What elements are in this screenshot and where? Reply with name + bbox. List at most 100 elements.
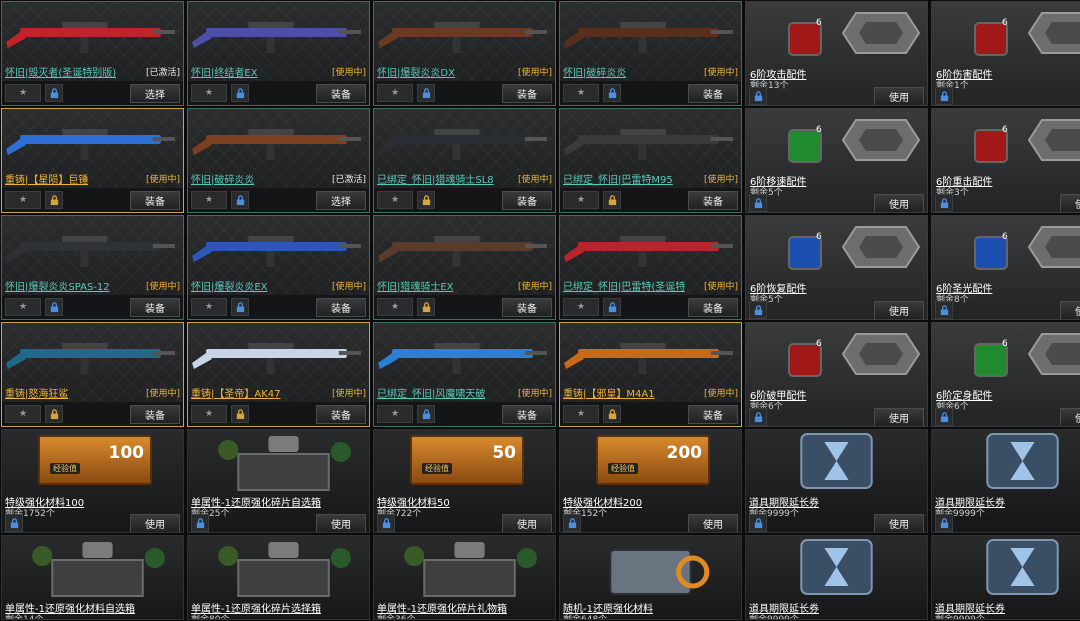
use-button[interactable]: 使用 — [874, 300, 924, 319]
lock-icon[interactable] — [603, 298, 621, 316]
weapon-card[interactable]: 怀旧|爆裂炎炎SPAS-12 [使用中] ★ 装备 — [1, 215, 184, 320]
favorite-star-button[interactable]: ★ — [191, 298, 227, 316]
equip-button[interactable]: 装备 — [688, 83, 738, 103]
equip-button[interactable]: 装备 — [130, 404, 180, 424]
weapon-card[interactable]: 怀旧|破碎炎炎 [使用中] ★ 装备 — [559, 1, 742, 106]
accessory-card[interactable]: 6 6阶恢复配件 剩余5个 使用 — [745, 215, 928, 320]
weapon-card[interactable]: 怀旧|猎魂骑士EX [使用中] ★ 装备 — [373, 215, 556, 320]
weapon-name[interactable]: 已绑定_怀旧|风魔啸天破 — [377, 385, 485, 400]
weapon-card[interactable]: 怀旧|爆裂炎炎DX [使用中] ★ 装备 — [373, 1, 556, 106]
lock-icon[interactable] — [749, 194, 767, 212]
lock-icon[interactable] — [563, 514, 581, 532]
weapon-card[interactable]: 怀旧|爆裂炎炎EX [使用中] ★ 装备 — [187, 215, 370, 320]
use-button[interactable]: 使用 — [1060, 300, 1080, 319]
accessory-card[interactable]: 66阶重击配件剩余3个使用 — [931, 108, 1080, 213]
use-button[interactable]: 使用 — [130, 513, 180, 532]
material-card[interactable]: 单属性-1还原强化碎片自选箱 剩余25个 使用 — [187, 429, 370, 533]
favorite-star-button[interactable]: ★ — [5, 298, 41, 316]
accessory-card[interactable]: 6 6阶破甲配件 剩余6个 使用 — [745, 322, 928, 427]
equip-button[interactable]: 装备 — [502, 83, 552, 103]
equip-button[interactable]: 装备 — [502, 190, 552, 210]
lock-icon[interactable] — [377, 514, 395, 532]
material-card[interactable]: 随机-1还原强化材料 剩余648个 — [559, 535, 742, 620]
lock-icon[interactable] — [45, 84, 63, 102]
favorite-star-button[interactable]: ★ — [377, 84, 413, 102]
material-card[interactable]: 道具期限延长券 剩余9999个 — [931, 429, 1080, 533]
lock-icon[interactable] — [417, 191, 435, 209]
accessory-card[interactable]: 6 6阶移速配件 剩余5个 使用 — [745, 108, 928, 213]
lock-icon[interactable] — [191, 514, 209, 532]
use-button[interactable]: 使用 — [1060, 407, 1080, 426]
use-button[interactable]: 使用 — [688, 513, 738, 532]
lock-icon[interactable] — [417, 84, 435, 102]
equip-button[interactable]: 装备 — [130, 190, 180, 210]
favorite-star-button[interactable]: ★ — [377, 298, 413, 316]
weapon-card[interactable]: 已绑定_怀旧|巴雷特(圣诞特 [使用中] ★ 装备 — [559, 215, 742, 320]
weapon-name[interactable]: 怀旧|破碎炎炎 — [563, 64, 626, 79]
accessory-card[interactable]: 6 6阶攻击配件 剩余13个 使用 — [745, 1, 928, 106]
favorite-star-button[interactable]: ★ — [563, 84, 599, 102]
lock-icon[interactable] — [935, 514, 953, 532]
use-button[interactable]: 使用 — [874, 407, 924, 426]
weapon-name[interactable]: 怀旧|爆裂炎炎DX — [377, 64, 455, 79]
material-card[interactable]: 单属性-1还原强化碎片选择箱 剩余80个 — [187, 535, 370, 620]
lock-icon[interactable] — [45, 298, 63, 316]
weapon-name[interactable]: 怀旧|破碎炎炎 — [191, 171, 254, 186]
lock-icon[interactable] — [935, 301, 953, 319]
lock-icon[interactable] — [749, 408, 767, 426]
weapon-name[interactable]: 已绑定_怀旧|猎魂骑士SL8 — [377, 171, 494, 186]
weapon-name[interactable]: 已绑定_怀旧|巴雷特(圣诞特 — [563, 278, 685, 293]
equip-button[interactable]: 装备 — [130, 297, 180, 317]
use-button[interactable]: 使用 — [874, 86, 924, 105]
equip-button[interactable]: 装备 — [688, 297, 738, 317]
lock-icon[interactable] — [935, 194, 953, 212]
use-button[interactable]: 使用 — [502, 513, 552, 532]
weapon-name[interactable]: 重铸|【星陨】巨锤 — [5, 171, 88, 186]
favorite-star-button[interactable]: ★ — [563, 405, 599, 423]
material-card[interactable]: 经验值 200 特级强化材料200 剩余152个 使用 — [559, 429, 742, 533]
weapon-name[interactable]: 重铸|【邪皇】M4A1 — [563, 385, 655, 400]
lock-icon[interactable] — [231, 405, 249, 423]
lock-icon[interactable] — [749, 301, 767, 319]
weapon-card[interactable]: 重铸|怒海狂鲨 [使用中] ★ 装备 — [1, 322, 184, 427]
weapon-card[interactable]: 怀旧|终结者EX [使用中] ★ 装备 — [187, 1, 370, 106]
favorite-star-button[interactable]: ★ — [5, 84, 41, 102]
equip-button[interactable]: 装备 — [316, 404, 366, 424]
favorite-star-button[interactable]: ★ — [191, 405, 227, 423]
equip-button[interactable]: 装备 — [502, 404, 552, 424]
lock-icon[interactable] — [231, 191, 249, 209]
favorite-star-button[interactable]: ★ — [563, 191, 599, 209]
weapon-card[interactable]: 已绑定_怀旧|风魔啸天破 [使用中] ★ 装备 — [373, 322, 556, 427]
lock-icon[interactable] — [749, 514, 767, 532]
material-card[interactable]: 单属性-1还原强化材料自选箱 剩余14个 — [1, 535, 184, 620]
material-card[interactable]: 经验值 100 特级强化材料100 剩余1752个 使用 — [1, 429, 184, 533]
weapon-card[interactable]: 重铸|【星陨】巨锤 [使用中] ★ 装备 — [1, 108, 184, 213]
favorite-star-button[interactable]: ★ — [191, 191, 227, 209]
accessory-card[interactable]: 66阶定身配件剩余6个使用 — [931, 322, 1080, 427]
equip-button[interactable]: 装备 — [316, 297, 366, 317]
weapon-name[interactable]: 怀旧|猎魂骑士EX — [377, 278, 454, 293]
use-button[interactable]: 使用 — [316, 513, 366, 532]
material-card[interactable]: 道具期限延长券 剩余9999个 — [745, 535, 928, 620]
favorite-star-button[interactable]: ★ — [191, 84, 227, 102]
weapon-name[interactable]: 已绑定_怀旧|巴雷特M95 — [563, 171, 673, 186]
use-button[interactable]: 使用 — [874, 513, 924, 532]
weapon-card[interactable]: 已绑定_怀旧|巴雷特M95 [使用中] ★ 装备 — [559, 108, 742, 213]
lock-icon[interactable] — [417, 405, 435, 423]
favorite-star-button[interactable]: ★ — [5, 191, 41, 209]
lock-icon[interactable] — [45, 405, 63, 423]
lock-icon[interactable] — [749, 87, 767, 105]
weapon-card[interactable]: 重铸|【邪皇】M4A1 [使用中] ★ 装备 — [559, 322, 742, 427]
weapon-name[interactable]: 重铸|怒海狂鲨 — [5, 385, 68, 400]
equip-button[interactable]: 装备 — [502, 297, 552, 317]
lock-icon[interactable] — [935, 408, 953, 426]
weapon-name[interactable]: 怀旧|爆裂炎炎SPAS-12 — [5, 278, 110, 293]
equip-button[interactable]: 装备 — [688, 404, 738, 424]
favorite-star-button[interactable]: ★ — [563, 298, 599, 316]
material-card[interactable]: 道具期限延长券 剩余9999个 使用 — [745, 429, 928, 533]
use-button[interactable]: 使用 — [1060, 193, 1080, 212]
lock-icon[interactable] — [603, 84, 621, 102]
weapon-name[interactable]: 怀旧|毁灭者(圣诞特别版) — [5, 64, 116, 79]
lock-icon[interactable] — [935, 87, 953, 105]
lock-icon[interactable] — [231, 298, 249, 316]
